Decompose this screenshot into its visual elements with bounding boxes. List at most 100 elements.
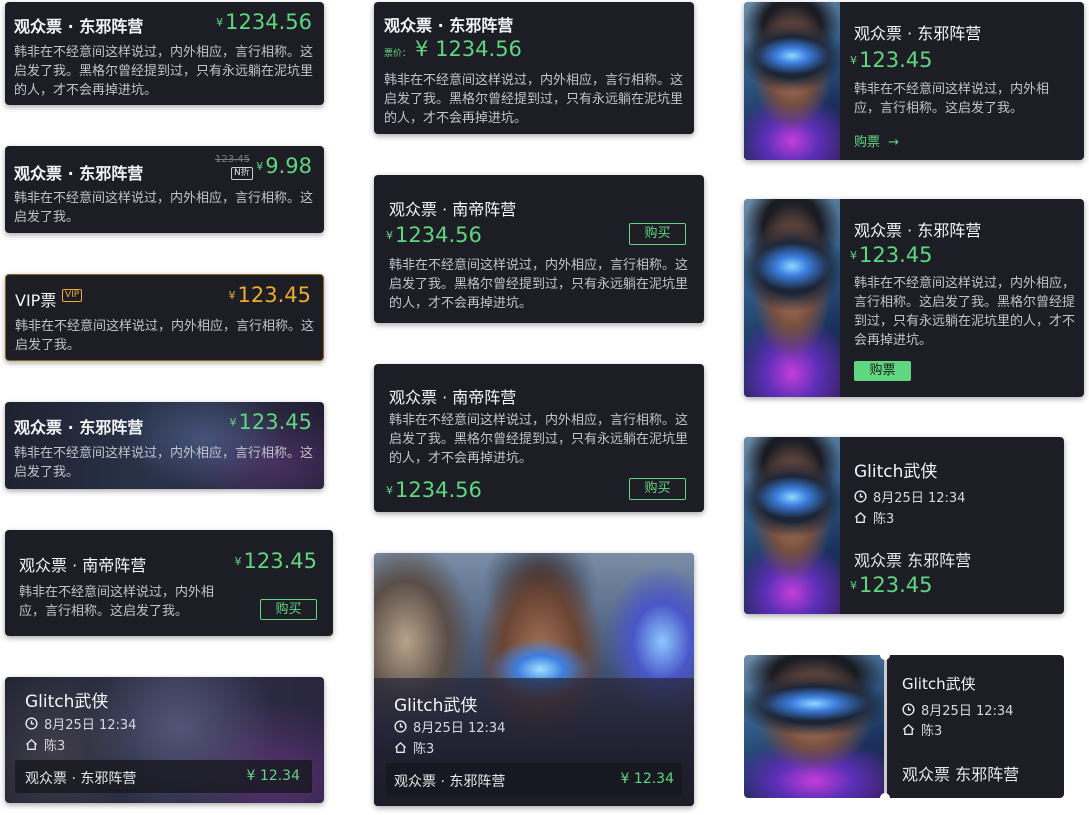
currency-symbol: ¥: [234, 555, 242, 568]
ticket-card-vip[interactable]: VIP票 VIP ¥123.45 韩非在不经意间这样说过，内外相应，言行相称。这…: [5, 274, 324, 361]
price-label: 票价：: [384, 49, 412, 59]
perforation-bottom: [880, 793, 890, 798]
movie-poster: [744, 199, 840, 397]
ticket-title: 观众票 · 东邪阵营: [14, 17, 144, 36]
ticket-price: ¥123.45: [850, 573, 933, 597]
ticket-title: 观众票 · 东邪阵营: [384, 16, 514, 35]
hall: 陈3: [854, 508, 894, 527]
currency-symbol: ¥: [216, 16, 224, 29]
showtime: 8月25日 12:34: [902, 700, 1013, 719]
ticket-price: ¥123.45: [850, 243, 933, 267]
currency-symbol: ¥: [229, 416, 237, 429]
ticket-description: 韩非在不经意间这样说过，内外相应，言行相称。这启发了我。黑格尔曾经提到过，只有永…: [389, 413, 689, 466]
currency-symbol: ¥: [850, 54, 857, 67]
ticket-type: 观众票 东邪阵营: [902, 765, 1020, 784]
ticket-description: 韩非在不经意间这样说过，内外相应，言行相称。这启发了我。黑格尔曾经提到过，只有永…: [854, 276, 1076, 348]
vip-badge: VIP: [62, 289, 83, 302]
buy-button[interactable]: 购买: [260, 599, 317, 620]
hall: 陈3: [902, 720, 942, 739]
ticket-description: 韩非在不经意间这样说过，内外相应，言行相称。这启发了我。黑格尔曾经提到过，只有永…: [389, 258, 689, 311]
ticket-price: ¥123.45: [850, 48, 933, 72]
ticket-card-price-label[interactable]: 观众票 · 东邪阵营 票价： ¥ 1234.56 韩非在不经意间这样说过，内外相…: [374, 2, 694, 134]
ticket-title: 观众票 · 东邪阵营: [854, 24, 982, 43]
currency-symbol: ¥: [415, 37, 429, 61]
home-icon: [902, 723, 915, 735]
ticket-price: ¥1234.56: [386, 478, 482, 502]
clock-icon: [25, 717, 38, 730]
movie-title: Glitch武侠: [394, 696, 478, 716]
clock-icon: [394, 720, 407, 733]
ticket-price: ¥ 12.34: [620, 771, 674, 787]
ticket-price: ¥123.45: [228, 283, 311, 307]
ticket-price: ¥1234.56: [386, 223, 482, 247]
ticket-price: ¥ 1234.56: [415, 37, 522, 61]
movie-ticket-card-blurred[interactable]: Glitch武侠 8月25日 12:34 陈3 观众票 · 东邪阵营 ¥ 12.…: [5, 677, 324, 803]
ticket-description: 韩非在不经意间这样说过，内外相应，言行相称。这启发了我。黑格尔曾经提到过，只有永…: [384, 73, 684, 126]
ticket-card-poster-link[interactable]: 观众票 · 东邪阵营 ¥123.45 韩非在不经意间这样说过，内外相应，言行相称…: [744, 2, 1084, 160]
ticket-description: 韩非在不经意间这样说过，内外相应，言行相称。这启发了我。: [15, 319, 315, 353]
currency-symbol: ¥: [850, 249, 857, 262]
original-price: 123.45: [215, 154, 250, 165]
ticket-title: 观众票 · 东邪阵营: [14, 418, 144, 437]
ticket-type: 观众票 · 东邪阵营: [25, 771, 137, 787]
ticket-card-poster-buy[interactable]: 观众票 · 东邪阵营 ¥123.45 韩非在不经意间这样说过，内外相应，言行相称…: [744, 199, 1084, 397]
ticket-footer: 观众票 · 东邪阵营 ¥ 12.34: [386, 763, 682, 796]
ticket-price: ¥123.45: [229, 410, 312, 434]
ticket-description: 韩非在不经意间这样说过，内外相应，言行相称。这启发了我。: [14, 191, 314, 225]
movie-poster: [744, 655, 884, 798]
clock-icon: [902, 703, 915, 716]
ticket-title: 观众票 · 南帝阵营: [389, 388, 517, 407]
ticket-title: 观众票 · 东邪阵营: [854, 221, 982, 240]
currency-symbol: ¥: [256, 160, 264, 173]
buy-button[interactable]: 购买: [629, 223, 686, 245]
home-icon: [394, 741, 407, 753]
ticket-description: 韩非在不经意间这样说过，内外相应，言行相称。这启发了我。: [19, 585, 215, 619]
currency-symbol: ¥: [386, 484, 393, 497]
ticket-title: 观众票 · 东邪阵营: [14, 164, 144, 183]
showtime: 8月25日 12:34: [854, 487, 965, 506]
ticket-card-buy[interactable]: 观众票 · 南帝阵营 ¥123.45 韩非在不经意间这样说过，内外相应，言行相称…: [5, 530, 333, 636]
ticket-description: 韩非在不经意间这样说过，内外相应，言行相称。这启发了我。: [854, 82, 1050, 116]
showtime: 8月25日 12:34: [394, 717, 505, 736]
buy-ticket-link[interactable]: 购票 →: [854, 131, 899, 150]
movie-title: Glitch武侠: [902, 675, 976, 693]
ticket-title: 观众票 · 南帝阵营: [19, 556, 147, 575]
ticket-type: 观众票 东邪阵营: [854, 551, 972, 570]
ticket-type: 观众票 · 东邪阵营: [394, 774, 506, 790]
currency-symbol: ¥: [386, 229, 393, 242]
ticket-price: ¥123.45: [234, 549, 317, 573]
ticket-price: ¥1234.56: [216, 10, 312, 34]
movie-ticket-card-side[interactable]: Glitch武侠 8月25日 12:34 陈3 观众票 东邪阵营 ¥123.45: [744, 437, 1064, 614]
movie-ticket-stub[interactable]: Glitch武侠 8月25日 12:34 陈3 观众票 东邪阵营: [744, 655, 1064, 798]
movie-ticket-card-poster[interactable]: Glitch武侠 8月25日 12:34 陈3 观众票 · 东邪阵营 ¥ 12.…: [374, 553, 694, 806]
ticket-card-buy-3[interactable]: 观众票 · 南帝阵营 韩非在不经意间这样说过，内外相应，言行相称。这启发了我。黑…: [374, 364, 704, 512]
ticket-title: 观众票 · 南帝阵营: [389, 200, 517, 219]
ticket-card-1[interactable]: 观众票 · 东邪阵营 ¥1234.56 韩非在不经意间这样说过，内外相应，言行相…: [5, 2, 324, 105]
ticket-card-blurred[interactable]: 观众票 · 东邪阵营 ¥123.45 韩非在不经意间这样说过，内外相应，言行相称…: [5, 402, 324, 489]
clock-icon: [854, 490, 867, 503]
currency-symbol: ¥: [228, 289, 236, 302]
price-row: 票价： ¥ 1234.56: [384, 37, 522, 61]
buy-ticket-button[interactable]: 购票: [854, 361, 911, 381]
ticket-price: ¥9.98: [256, 154, 312, 178]
ticket-description: 韩非在不经意间这样说过，内外相应，言行相称。这启发了我。黑格尔曾经提到过，只有永…: [14, 45, 314, 98]
movie-title: Glitch武侠: [25, 692, 109, 712]
ticket-title: VIP票: [15, 291, 57, 310]
movie-poster: [744, 2, 840, 160]
movie-title: Glitch武侠: [854, 462, 938, 482]
home-icon: [25, 738, 38, 750]
home-icon: [854, 511, 867, 523]
arrow-right-icon: →: [888, 135, 900, 150]
ticket-footer: 观众票 · 东邪阵营 ¥ 12.34: [15, 760, 312, 793]
ticket-card-2[interactable]: 观众票 · 东邪阵营 123.45 N折 ¥9.98 韩非在不经意间这样说过，内…: [5, 146, 324, 233]
ticket-price: ¥ 12.34: [246, 768, 300, 784]
hall: 陈3: [25, 735, 65, 754]
movie-poster: [744, 437, 840, 614]
buy-button[interactable]: 购买: [629, 478, 686, 500]
discount-badge: N折: [231, 167, 253, 180]
currency-symbol: ¥: [850, 579, 857, 592]
ticket-description: 韩非在不经意间这样说过，内外相应，言行相称。这启发了我。: [14, 446, 314, 480]
showtime: 8月25日 12:34: [25, 714, 136, 733]
hall: 陈3: [394, 738, 434, 757]
ticket-card-buy-2[interactable]: 观众票 · 南帝阵营 ¥1234.56 购买 韩非在不经意间这样说过，内外相应，…: [374, 175, 704, 323]
